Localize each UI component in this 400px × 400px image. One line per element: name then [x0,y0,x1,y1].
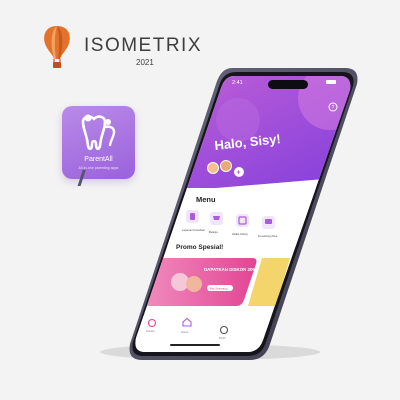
nav-label: Profil [219,336,226,340]
svg-text:+: + [237,170,241,177]
nav-label: Konsul [146,329,155,333]
dynamic-island [268,80,308,89]
status-time: 2:41 [232,80,243,86]
menu-item-label: E-Learning Zone [258,234,278,238]
promo-title: Promo Spesial! [176,244,223,251]
svg-text:?: ? [332,105,335,111]
promo-button-label: Beli Sekarang [210,287,228,291]
phone-screen: 2:41 ? Halo, Sisy! + Menu Layanan Konsul… [135,76,351,352]
menu-item-label: Layanan Konsultasi [182,228,205,232]
menu-item-label: Belanja [209,230,218,234]
menu-item-label: Artikel Library [232,232,249,236]
phone-mockup: 2:41 ? Halo, Sisy! + Menu Layanan Konsul… [77,68,358,360]
menu-title: Menu [196,195,216,204]
nav-label: Home [181,330,189,334]
promo-text: DAPATKAN DISKON 20% [204,267,256,272]
promo-banner[interactable]: DAPATKAN DISKON 20% Beli Sekarang [145,258,257,306]
